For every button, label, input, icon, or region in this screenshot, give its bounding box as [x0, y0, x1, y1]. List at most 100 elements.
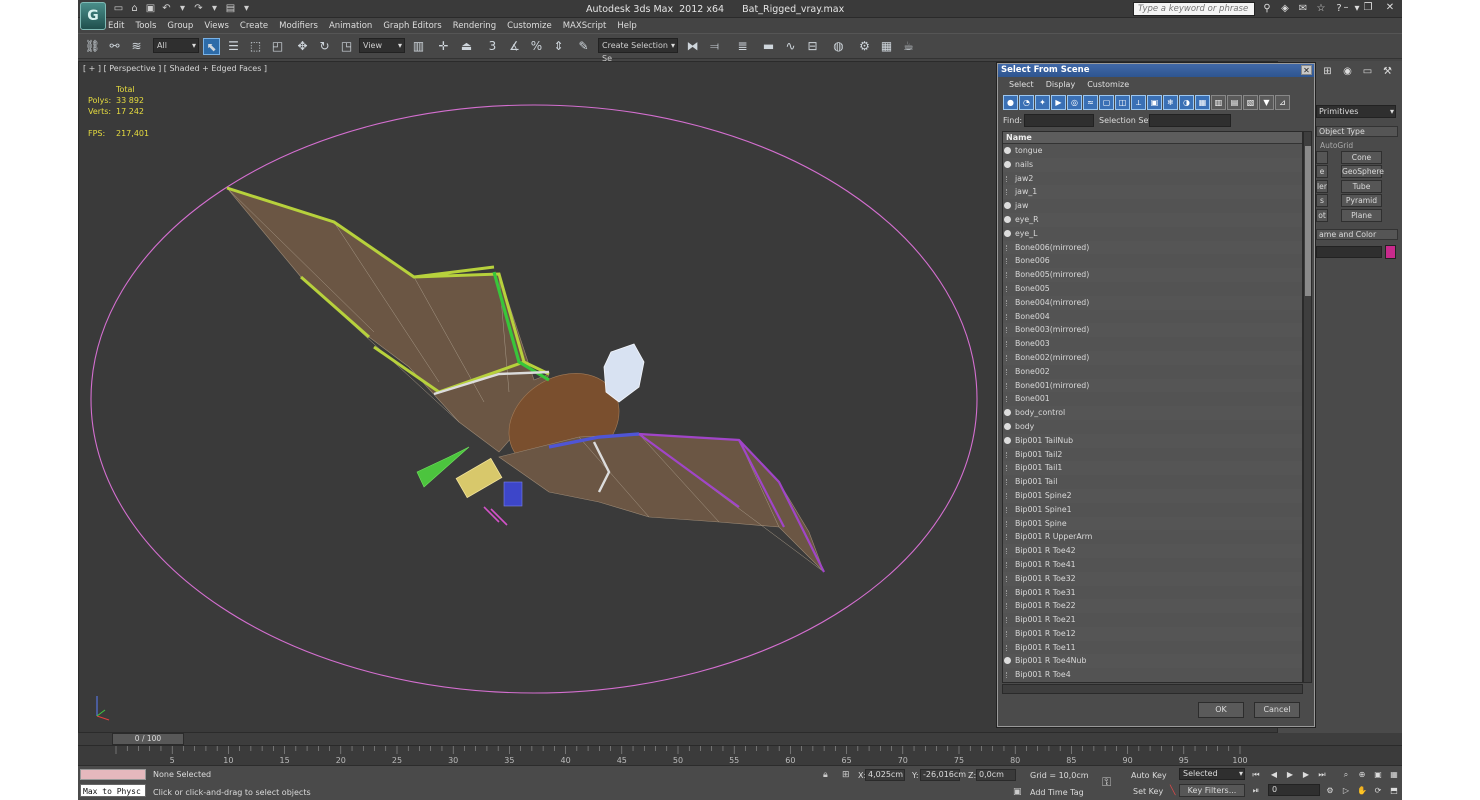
display-bones-icon[interactable]: ⟂	[1131, 95, 1146, 110]
menu-help[interactable]: Help	[617, 19, 636, 33]
menu-group[interactable]: Group	[167, 19, 193, 33]
rectangular-selection-icon[interactable]: ⬚	[247, 38, 264, 55]
maxscript-listener-mini[interactable]	[80, 769, 146, 780]
named-selection-sets-dropdown[interactable]: Create Selection Se	[598, 38, 678, 63]
find-input[interactable]	[1024, 114, 1094, 127]
utilities-tab-icon[interactable]: ⚒	[1380, 64, 1395, 79]
display-geometry-icon[interactable]: ●	[1003, 95, 1018, 110]
list-column-header-name[interactable]: Name	[1003, 132, 1302, 144]
mirror-icon[interactable]: ⧓	[684, 38, 701, 55]
render-production-icon[interactable]: ☕	[900, 38, 917, 55]
menu-rendering[interactable]: Rendering	[453, 19, 496, 33]
go-to-end-icon[interactable]: ⏭	[1316, 769, 1328, 781]
rendered-frame-window-icon[interactable]: ▦	[878, 38, 895, 55]
object-button-stub-3[interactable]: ler	[1316, 180, 1328, 193]
list-item[interactable]: Bip001 R Toe21	[1003, 613, 1302, 627]
display-helpers-icon[interactable]: ◎	[1067, 95, 1082, 110]
list-item[interactable]: Bip001 R UpperArm	[1003, 530, 1302, 545]
list-horizontal-scrollbar[interactable]	[1002, 684, 1303, 694]
qat-customize-icon[interactable]: ▾	[240, 2, 253, 15]
key-selection-dropdown[interactable]: Selected	[1179, 768, 1245, 780]
selection-lock-icon[interactable]: 🔒︎	[823, 770, 828, 780]
list-item[interactable]: Bip001 R Toe32	[1003, 572, 1302, 586]
list-item[interactable]: Bone002(mirrored)	[1003, 351, 1302, 365]
list-item[interactable]: Bone001(mirrored)	[1003, 379, 1302, 393]
align-icon[interactable]: ⫤	[706, 38, 723, 55]
display-cameras-icon[interactable]: ▶	[1051, 95, 1066, 110]
absolute-mode-icon[interactable]: ⊞	[842, 770, 850, 780]
object-button-stub-2[interactable]: e	[1316, 165, 1328, 178]
display-invert-icon[interactable]: ▤	[1227, 95, 1242, 110]
time-slider[interactable]: 0 / 100	[112, 733, 184, 745]
display-groups-icon[interactable]: ▢	[1099, 95, 1114, 110]
list-item[interactable]: Bip001 TailNub	[1003, 434, 1302, 448]
time-configuration-icon[interactable]: ⚙	[1324, 785, 1336, 797]
bat-head[interactable]	[603, 343, 645, 403]
menu-views[interactable]: Views	[204, 19, 229, 33]
left-wing-membrane[interactable]	[226, 187, 550, 453]
display-all-icon[interactable]: ▦	[1195, 95, 1210, 110]
list-item[interactable]: Bip001 Spine	[1003, 517, 1302, 531]
list-vertical-scrollbar[interactable]	[1303, 131, 1312, 683]
autogrid-checkbox[interactable]: AutoGrid	[1320, 141, 1353, 150]
list-item[interactable]: body_control	[1003, 406, 1302, 420]
select-rotate-icon[interactable]: ↻	[316, 38, 333, 55]
list-item[interactable]: Bone001	[1003, 392, 1302, 407]
application-menu-button[interactable]: G	[80, 2, 106, 30]
pivot-center-icon[interactable]: ▥	[410, 38, 427, 55]
render-setup-icon[interactable]: ⚙	[856, 38, 873, 55]
curve-editor-icon[interactable]: ∿	[782, 38, 799, 55]
list-item[interactable]: body	[1003, 419, 1302, 434]
list-item[interactable]: Bip001 R Toe4Nub	[1003, 654, 1302, 668]
schematic-view-icon[interactable]: ⊟	[804, 38, 821, 55]
display-containers-icon[interactable]: ▣	[1147, 95, 1162, 110]
filter-options-icon[interactable]: ⊿	[1275, 95, 1290, 110]
select-move-icon[interactable]: ✥	[294, 38, 311, 55]
right-wing-membrane[interactable]	[498, 433, 825, 573]
material-editor-icon[interactable]: ◍	[830, 38, 847, 55]
list-item[interactable]: Bip001 Spine1	[1003, 502, 1302, 517]
object-button-stub-1[interactable]	[1316, 151, 1328, 164]
go-to-start-icon[interactable]: ⏮	[1250, 769, 1262, 781]
open-file-icon[interactable]: ⌂	[128, 2, 141, 15]
set-key-icon[interactable]: ⚿	[1102, 775, 1111, 790]
current-frame-field[interactable]: 0	[1268, 784, 1320, 796]
name-and-color-rollout[interactable]: ame and Color	[1316, 229, 1398, 240]
list-item[interactable]: Bip001 R Toe12	[1003, 627, 1302, 641]
viewport-label-menu[interactable]: [ + ] [ Perspective ] [ Shaded + Edged F…	[83, 64, 267, 73]
list-item[interactable]: Bone003	[1003, 337, 1302, 351]
window-crossing-icon[interactable]: ◰	[269, 38, 286, 55]
search-input[interactable]	[1133, 2, 1255, 16]
dialog-menu-customize[interactable]: Customize	[1087, 77, 1129, 93]
keyboard-shortcut-override-icon[interactable]: ⏏	[458, 38, 475, 55]
selection-set-dropdown[interactable]	[1149, 114, 1231, 127]
select-manipulate-icon[interactable]: ✛	[435, 38, 452, 55]
y-coord-field[interactable]: -26,016cm	[920, 769, 966, 781]
previous-frame-icon[interactable]: ◀	[1268, 769, 1280, 781]
dialog-menu-display[interactable]: Display	[1046, 77, 1076, 93]
undo-icon[interactable]: ↶	[160, 2, 173, 15]
motion-tab-icon[interactable]: ◉	[1340, 64, 1355, 79]
angle-snap-icon[interactable]: ∡	[506, 38, 523, 55]
close-icon[interactable]: ✕	[1380, 0, 1400, 16]
menu-maxscript[interactable]: MAXScript	[563, 19, 607, 33]
field-of-view-icon[interactable]: ▷	[1340, 785, 1352, 797]
display-hidden-icon[interactable]: ◑	[1179, 95, 1194, 110]
orbit-icon[interactable]: ⟳	[1372, 785, 1384, 797]
list-item[interactable]: Bip001 R Toe42	[1003, 544, 1302, 558]
list-item[interactable]: Bip001 R Toe22	[1003, 599, 1302, 613]
object-type-rollout[interactable]: Object Type	[1316, 126, 1398, 137]
display-none-icon[interactable]: ▥	[1211, 95, 1226, 110]
tube-button[interactable]: Tube	[1341, 180, 1382, 193]
ok-button[interactable]: OK	[1198, 702, 1244, 718]
right-foot[interactable]	[503, 481, 523, 507]
object-button-stub-5[interactable]: ot	[1316, 209, 1328, 222]
play-icon[interactable]: ▶	[1284, 769, 1296, 781]
display-lights-icon[interactable]: ✦	[1035, 95, 1050, 110]
binoculars-icon[interactable]: ⚲	[1261, 2, 1273, 15]
undo-dropdown-icon[interactable]: ▾	[176, 2, 189, 15]
list-item[interactable]: jaw	[1003, 199, 1302, 213]
maximize-viewport-icon[interactable]: ⬒	[1388, 785, 1400, 797]
list-item[interactable]: Bone005(mirrored)	[1003, 268, 1302, 282]
list-item[interactable]: Bone004	[1003, 309, 1302, 324]
